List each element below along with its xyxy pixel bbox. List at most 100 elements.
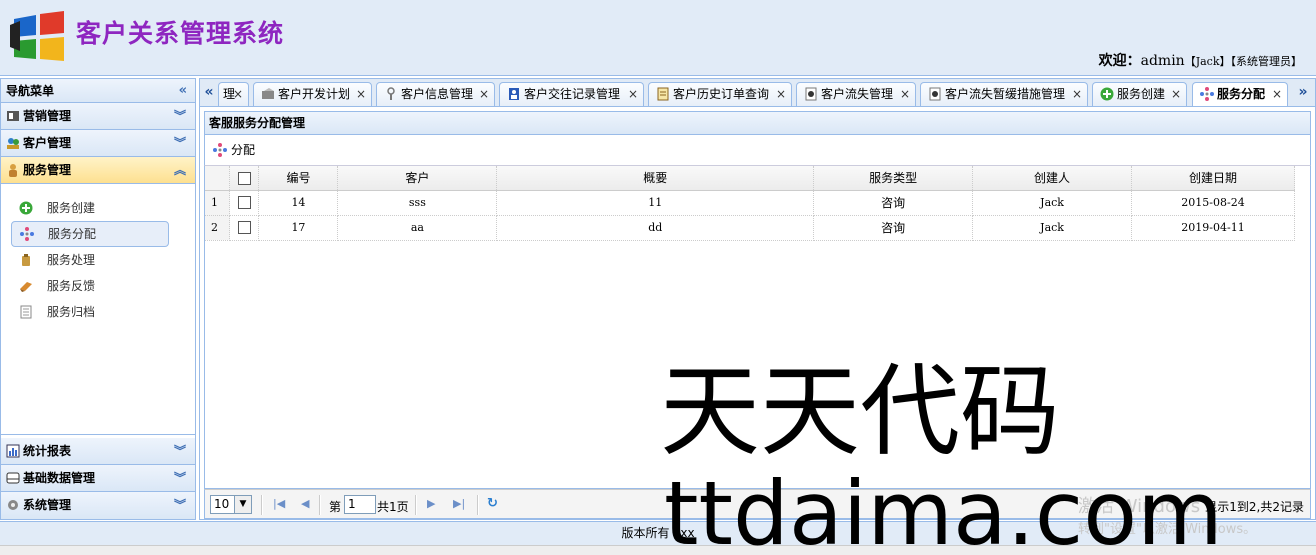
contact-record-icon <box>509 88 519 100</box>
panel-title: 客服服务分配管理 <box>204 111 1311 135</box>
prev-page-icon[interactable]: ◀ <box>301 497 309 510</box>
scroll-tabs-left-icon[interactable]: « <box>200 79 218 106</box>
page-number-input[interactable]: 1 <box>344 495 376 514</box>
tab-close-icon[interactable]: × <box>356 83 366 105</box>
tab-truncated[interactable]: 理 × <box>218 82 249 106</box>
collapse-nav-icon[interactable]: « <box>179 79 187 103</box>
marketing-icon <box>7 111 19 121</box>
table-row[interactable]: 2 17 aa dd 咨询 Jack 2019-04-11 <box>205 215 1295 241</box>
tab-close-icon[interactable]: × <box>628 83 638 105</box>
cell-summary: dd <box>496 215 815 241</box>
refresh-icon[interactable]: ↻ <box>487 496 498 511</box>
cell-type: 咨询 <box>813 215 974 241</box>
nav-section-reports[interactable]: 统计报表 ︾ <box>1 438 195 465</box>
row-checkbox[interactable] <box>237 196 251 210</box>
nav-section-label: 服务管理 <box>23 163 72 177</box>
report-icon <box>6 444 20 458</box>
column-header-customer[interactable]: 客户 <box>337 166 498 191</box>
tab-close-icon[interactable]: × <box>900 83 910 105</box>
row-select-cell <box>229 190 260 216</box>
column-header-summary[interactable]: 概要 <box>496 166 815 191</box>
page-size-select[interactable]: 10 ▼ <box>210 495 252 514</box>
next-page-icon[interactable]: ▶ <box>427 497 435 510</box>
welcome-prefix: 欢迎： <box>1098 53 1141 69</box>
nav-section-marketing[interactable]: 营销管理 ︾ <box>1 103 195 130</box>
service-menu: 服务创建 服务分配 服务处理 服务反馈 服务归档 <box>1 184 195 435</box>
tab-loss-measures[interactable]: 客户流失暂缓措施管理 × <box>920 82 1088 106</box>
cell-type: 咨询 <box>813 190 974 216</box>
row-select-cell <box>229 215 260 241</box>
tab-customer-loss[interactable]: 客户流失管理 × <box>796 82 916 106</box>
cell-date: 2015-08-24 <box>1131 190 1295 216</box>
menu-item-service-handle[interactable]: 服务处理 <box>11 247 169 273</box>
customer-icon <box>7 138 19 149</box>
row-checkbox[interactable] <box>237 221 251 235</box>
nav-section-basic-data[interactable]: 基础数据管理 ︾ <box>1 465 195 492</box>
assign-icon <box>213 143 227 157</box>
row-number: 1 <box>205 190 231 216</box>
cell-creator: Jack <box>972 190 1133 216</box>
tab-close-icon[interactable]: × <box>1272 83 1282 105</box>
scroll-tabs-right-icon[interactable]: » <box>1294 79 1312 106</box>
tab-label: 客户开发计划 <box>278 87 351 101</box>
table-header-row: 编号 客户 概要 服务类型 创建人 创建日期 <box>205 166 1295 191</box>
page-label-prefix: 第 <box>329 500 342 514</box>
pager-divider <box>261 495 263 515</box>
basic-data-icon <box>6 472 20 484</box>
nav-bottom-sections: 统计报表 ︾ 基础数据管理 ︾ 系统管理 ︾ <box>1 438 195 519</box>
column-header-type[interactable]: 服务类型 <box>813 166 974 191</box>
nav-panel: 导航菜单 « 营销管理 ︾ 客户管理 ︾ 服务管理 ︽ 服务创建 服务分配 服务… <box>0 78 196 520</box>
expand-chevron-icon: ︾ <box>173 471 186 485</box>
tab-dev-plan[interactable]: 客户开发计划 × <box>253 82 372 106</box>
order-history-icon <box>657 87 669 101</box>
page-total-label: 共1页 <box>377 500 409 514</box>
nav-section-service[interactable]: 服务管理 ︽ <box>1 157 195 184</box>
select-all-checkbox[interactable] <box>237 171 251 185</box>
tab-label: 客户流失暂缓措施管理 <box>945 87 1066 101</box>
tab-label: 客户流失管理 <box>821 87 894 101</box>
tab-close-icon[interactable]: × <box>1171 83 1181 105</box>
table-row[interactable]: 1 14 sss 11 咨询 Jack 2015-08-24 <box>205 190 1295 216</box>
tab-contact-record[interactable]: 客户交往记录管理 × <box>499 82 644 106</box>
row-number: 2 <box>205 215 231 241</box>
cell-date: 2019-04-11 <box>1131 215 1295 241</box>
assign-icon <box>1200 87 1214 101</box>
chevron-down-icon: ▼ <box>234 496 251 513</box>
assign-button-label: 分配 <box>231 143 256 157</box>
tab-close-icon[interactable]: × <box>479 83 489 105</box>
cell-id: 17 <box>258 215 339 241</box>
last-page-icon[interactable]: ▶| <box>453 497 465 510</box>
column-header-creator[interactable]: 创建人 <box>972 166 1133 191</box>
nav-section-label: 基础数据管理 <box>23 471 96 485</box>
nav-section-customer[interactable]: 客户管理 ︾ <box>1 130 195 157</box>
menu-item-service-feedback[interactable]: 服务反馈 <box>11 273 169 299</box>
tab-label: 客户信息管理 <box>401 87 474 101</box>
menu-item-service-assign[interactable]: 服务分配 <box>11 221 169 247</box>
pager-divider <box>477 495 479 515</box>
first-page-icon[interactable]: |◀ <box>273 497 285 510</box>
nav-section-system[interactable]: 系统管理 ︾ <box>1 492 195 519</box>
menu-item-service-create[interactable]: 服务创建 <box>11 195 169 221</box>
page-size-value: 10 <box>214 497 230 511</box>
tab-label: 服务创建 <box>1117 87 1166 101</box>
column-header-date[interactable]: 创建日期 <box>1131 166 1295 191</box>
menu-item-label: 服务反馈 <box>47 279 96 293</box>
menu-item-service-archive[interactable]: 服务归档 <box>11 299 169 325</box>
tab-close-icon[interactable]: × <box>233 83 243 105</box>
tab-order-history[interactable]: 客户历史订单查询 × <box>648 82 792 106</box>
tab-close-icon[interactable]: × <box>776 83 786 105</box>
nav-title: 导航菜单 <box>6 84 55 98</box>
welcome-text: 欢迎：admin【Jack】【系统管理员】 <box>1099 50 1302 70</box>
service-icon <box>9 164 17 177</box>
tab-customer-info[interactable]: 客户信息管理 × <box>376 82 495 106</box>
expand-chevron-icon: ︾ <box>173 109 186 123</box>
tab-service-create[interactable]: 服务创建 × <box>1092 82 1187 106</box>
column-header-id[interactable]: 编号 <box>258 166 339 191</box>
nav-section-label: 统计报表 <box>23 444 72 458</box>
assign-button[interactable]: 分配 <box>213 143 255 157</box>
tab-service-assign[interactable]: 服务分配 × <box>1192 82 1288 106</box>
tab-close-icon[interactable]: × <box>1072 83 1082 105</box>
handle-icon <box>22 254 30 266</box>
gear-icon <box>8 500 18 510</box>
current-user: admin <box>1140 53 1185 69</box>
